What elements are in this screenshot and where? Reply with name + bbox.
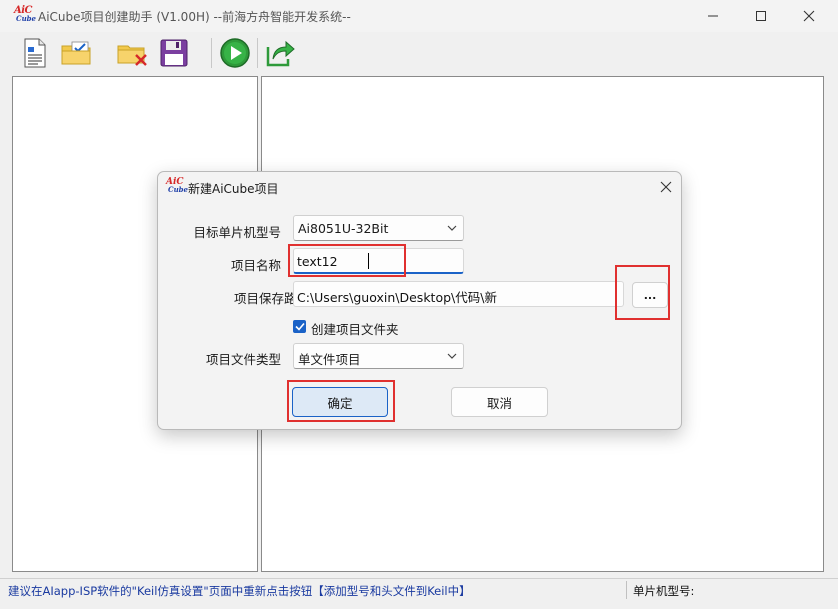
status-bar: 建议在AIapp-ISP软件的"Keil仿真设置"页面中重新点击按钮【添加型号和… <box>0 578 838 600</box>
toolbar-separator <box>211 38 212 68</box>
new-project-dialog: AiC Cube 新建AiCube项目 目标单片机型号 Ai8051U-32Bi… <box>157 171 682 430</box>
chevron-down-icon <box>447 225 457 231</box>
project-name-value: text12 <box>297 254 338 269</box>
bottom-strip <box>0 600 838 609</box>
save-path-input[interactable]: C:\Users\guoxin\Desktop\代码\新 <box>293 281 624 307</box>
mcu-label: 目标单片机型号 <box>193 225 281 240</box>
project-name-label: 项目名称 <box>230 258 281 273</box>
maximize-button[interactable] <box>738 0 784 32</box>
run-play-icon <box>220 38 250 68</box>
maximize-icon <box>756 11 766 21</box>
create-folder-label[interactable]: 创建项目文件夹 <box>311 319 399 338</box>
export-button[interactable] <box>262 36 298 70</box>
close-icon <box>803 10 815 22</box>
minimize-button[interactable] <box>690 0 736 32</box>
run-button[interactable] <box>217 36 253 70</box>
create-folder-checkbox[interactable] <box>293 320 306 333</box>
window-title: AiCube项目创建助手 (V1.00H) --前海方舟智能开发系统-- <box>38 10 351 24</box>
checkmark-icon <box>294 322 305 331</box>
chevron-down-icon <box>447 353 457 359</box>
minimize-icon <box>708 15 718 17</box>
open-folder-icon <box>61 41 91 65</box>
cancel-button[interactable]: 取消 <box>451 387 548 417</box>
new-document-icon <box>24 38 46 68</box>
save-path-value: C:\Users\guoxin\Desktop\代码\新 <box>297 290 497 305</box>
ok-button[interactable]: 确定 <box>292 387 388 417</box>
dialog-logo-bottom: Cube <box>168 185 189 194</box>
delete-folder-icon <box>117 45 147 66</box>
dialog-logo: AiC Cube <box>166 178 189 196</box>
file-type-select[interactable]: 单文件项目 <box>293 343 464 369</box>
save-project-button[interactable] <box>156 36 192 70</box>
status-model-label: 单片机型号: <box>633 584 695 598</box>
close-button[interactable] <box>786 0 832 32</box>
edge-strip <box>826 76 838 576</box>
save-disk-icon <box>160 39 188 67</box>
project-name-input[interactable]: text12 <box>293 248 464 274</box>
close-project-button[interactable] <box>114 36 152 70</box>
new-project-button[interactable] <box>18 36 52 70</box>
export-share-icon <box>266 40 295 67</box>
status-separator <box>626 581 627 599</box>
dialog-title: 新建AiCube项目 <box>188 182 279 196</box>
toolbar <box>0 32 838 86</box>
toolbar-separator <box>257 38 258 68</box>
status-message: 建议在AIapp-ISP软件的"Keil仿真设置"页面中重新点击按钮【添加型号和… <box>8 584 471 598</box>
title-bar: AiC Cube AiCube项目创建助手 (V1.00H) --前海方舟智能开… <box>0 0 838 32</box>
file-type-value: 单文件项目 <box>298 352 361 367</box>
app-logo: AiC Cube <box>14 6 37 24</box>
browse-button[interactable]: ... <box>632 282 668 308</box>
logo-text-bottom: Cube <box>16 14 37 23</box>
open-project-button[interactable] <box>58 36 96 70</box>
mcu-select-value: Ai8051U-32Bit <box>298 221 389 236</box>
mcu-select[interactable]: Ai8051U-32Bit <box>293 215 464 241</box>
file-type-label: 项目文件类型 <box>205 352 281 367</box>
close-icon <box>660 181 672 193</box>
text-caret <box>368 253 369 269</box>
dialog-close-button[interactable] <box>652 174 680 200</box>
